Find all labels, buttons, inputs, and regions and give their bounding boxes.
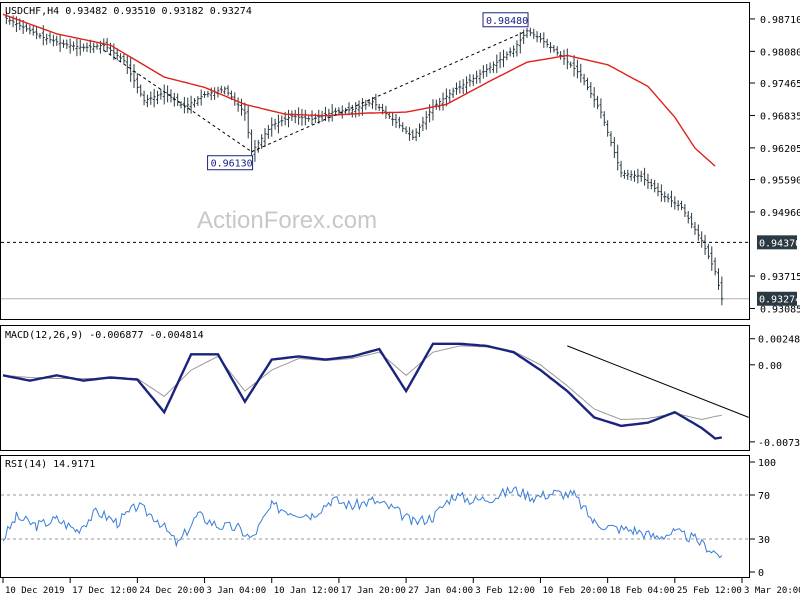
rsi-y-tick-label: 30 bbox=[758, 535, 770, 546]
price-y-tick-label: 0.98080 bbox=[760, 47, 800, 58]
x-tick-label: 3 Jan 04:00 bbox=[207, 586, 267, 596]
last-price-label: 0.93274 bbox=[759, 295, 800, 306]
x-tick-label: 10 Feb 20:00 bbox=[542, 586, 607, 596]
chart-container: ActionForex.com 0.98710 0.98080 0.97465 0.9… bbox=[0, 0, 800, 600]
price-y-tick-label: 0.93715 bbox=[760, 272, 800, 283]
x-tick-label: 25 Feb 12:00 bbox=[677, 586, 742, 596]
macd-header: MACD(12,26,9) -0.006877 -0.004814 bbox=[5, 330, 204, 341]
annotation-label: 0.96130 bbox=[211, 159, 253, 170]
x-tick-label: 17 Dec 12:00 bbox=[72, 586, 137, 596]
price-header: USDCHF,H4 0.93482 0.93510 0.93182 0.9327… bbox=[5, 6, 252, 17]
price-y-tick-label: 0.94960 bbox=[760, 208, 800, 219]
price-y-tick-label: 0.96835 bbox=[760, 111, 800, 122]
watermark: ActionForex.com bbox=[197, 207, 377, 234]
x-tick-label: 3 Mar 20:00 bbox=[744, 586, 800, 596]
x-tick-label: 18 Feb 04:00 bbox=[610, 586, 675, 596]
x-tick-label: 10 Jan 12:00 bbox=[274, 586, 339, 596]
level-label: 0.94370 bbox=[759, 238, 800, 249]
annotation-label: 0.98480 bbox=[486, 16, 528, 27]
rsi-header: RSI(14) 14.9171 bbox=[5, 459, 95, 470]
x-tick-label: 3 Feb 12:00 bbox=[475, 586, 535, 596]
price-y-tick-label: 0.97465 bbox=[760, 79, 800, 90]
macd-y-tick-label: 0.002483 bbox=[758, 335, 800, 346]
macd-y-tick-label: -0.007322 bbox=[758, 438, 800, 449]
chart-svg: ActionForex.com 0.98710 0.98080 0.97465 0.9… bbox=[0, 0, 800, 600]
price-y-tick-label: 0.96205 bbox=[760, 144, 800, 155]
rsi-y-tick-label: 100 bbox=[758, 458, 776, 469]
x-tick-label: 10 Dec 2019 bbox=[5, 586, 65, 596]
x-tick-label: 27 Jan 04:00 bbox=[408, 586, 473, 596]
price-y-tick-label: 0.93085 bbox=[760, 304, 800, 315]
x-tick-label: 17 Jan 20:00 bbox=[341, 586, 406, 596]
price-y-tick-label: 0.98710 bbox=[760, 15, 800, 26]
price-y-tick-label: 0.95590 bbox=[760, 176, 800, 187]
rsi-y-tick-label: 0 bbox=[758, 568, 764, 579]
x-tick-label: 24 Dec 20:00 bbox=[139, 586, 204, 596]
rsi-y-tick-label: 70 bbox=[758, 491, 770, 502]
macd-y-tick-label: 0.00 bbox=[758, 361, 782, 372]
